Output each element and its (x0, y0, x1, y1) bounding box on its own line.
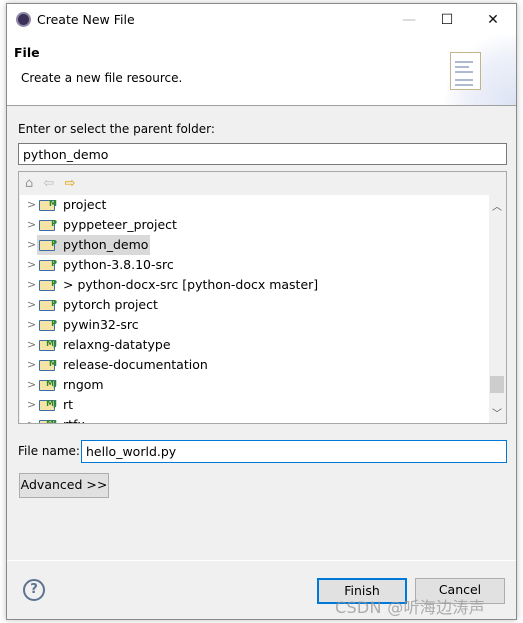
tree-item-label: pyppeteer_project (63, 217, 177, 232)
watermark: CSDN @听海边涛声 (335, 598, 486, 617)
forward-arrow-icon[interactable]: ⇨ (64, 176, 75, 191)
project-folder-icon: M (39, 359, 57, 371)
tree-scrollbar[interactable]: ︿ ﹀ (489, 195, 505, 423)
expand-chevron-icon[interactable]: > (27, 395, 36, 415)
scroll-up-icon[interactable]: ︿ (489, 198, 505, 213)
tree-item[interactable]: > MJ rt (20, 395, 489, 415)
tree-item[interactable]: > P > python-docx-src [python-docx master] (20, 275, 489, 295)
advanced-button[interactable]: Advanced >> (19, 473, 109, 498)
tree-item[interactable]: > Ppytorch project (20, 295, 489, 315)
tree-item[interactable]: >MJ rtfx (20, 415, 489, 423)
expand-chevron-icon[interactable]: > (27, 375, 36, 395)
tree-item-label: rngom (63, 377, 104, 392)
expand-chevron-icon[interactable]: > (27, 315, 36, 335)
tree-item-label: pywin32-src (63, 317, 139, 332)
expand-chevron-icon[interactable]: > (27, 195, 36, 215)
wizard-description: Create a new file resource. (21, 71, 183, 85)
scroll-thumb[interactable] (490, 376, 504, 393)
project-folder-icon: P (39, 219, 57, 231)
tree-item[interactable]: > Mrelease-documentation (20, 355, 489, 375)
new-file-icon (450, 52, 481, 90)
maximize-button[interactable]: ☐ (427, 8, 467, 32)
project-folder-icon: MJ (39, 339, 57, 351)
project-folder-icon: P (39, 279, 57, 291)
expand-chevron-icon[interactable]: > (27, 335, 36, 355)
project-folder-icon: M (39, 199, 57, 211)
wizard-header: File Create a new file resource. (7, 35, 516, 106)
expand-chevron-icon[interactable]: > (27, 275, 36, 295)
title-bar: Create New File — ☐ ✕ (7, 4, 516, 35)
home-icon[interactable]: ⌂ (25, 176, 33, 191)
help-icon[interactable]: ? (23, 579, 45, 601)
parent-folder-label: Enter or select the parent folder: (18, 122, 215, 136)
expand-chevron-icon[interactable]: > (27, 235, 36, 255)
footer-divider (7, 560, 516, 561)
tree-item-label: python-3.8.10-src (63, 257, 174, 272)
folder-tree: ⌂ ⇦ ⇨ > Mproject > Ppyppeteer_project > Ppyth… (18, 171, 507, 424)
expand-chevron-icon[interactable]: > (27, 415, 36, 423)
back-arrow-icon[interactable]: ⇦ (43, 176, 54, 191)
close-button[interactable]: ✕ (473, 8, 513, 32)
project-list: > Mproject > Ppyppeteer_project > Ppython_dem… (20, 195, 489, 423)
project-folder-icon: P (39, 239, 57, 251)
file-name-label: File name: (18, 444, 80, 458)
project-folder-icon: MJ (39, 419, 57, 423)
tree-item[interactable]: > Ppywin32-src (20, 315, 489, 335)
tree-item[interactable]: > Ppyppeteer_project (20, 215, 489, 235)
eclipse-icon (16, 12, 31, 27)
tree-item[interactable]: > Ppython-3.8.10-src (20, 255, 489, 275)
tree-item-label: release-documentation (63, 357, 208, 372)
scroll-down-icon[interactable]: ﹀ (489, 405, 505, 420)
wizard-title: File (14, 45, 40, 60)
tree-item-label: > python-docx-src [python-docx master] (63, 277, 319, 292)
expand-chevron-icon[interactable]: > (27, 295, 36, 315)
tree-item-label: rt (63, 397, 74, 412)
expand-chevron-icon[interactable]: > (27, 355, 36, 375)
minimize-button[interactable]: — (389, 8, 429, 32)
expand-chevron-icon[interactable]: > (27, 255, 36, 275)
project-folder-icon: P (39, 299, 57, 311)
project-folder-icon: MJ (39, 399, 57, 411)
tree-item[interactable]: > MJ rngom (20, 375, 489, 395)
expand-chevron-icon[interactable]: > (27, 215, 36, 235)
tree-item-label: pytorch project (63, 297, 158, 312)
window-title: Create New File (37, 12, 135, 27)
tree-item-label: python_demo (61, 235, 151, 255)
tree-item-label: project (63, 197, 107, 212)
parent-folder-input[interactable]: python_demo (18, 143, 507, 165)
tree-item[interactable]: > MJ relaxng-datatype (20, 335, 489, 355)
project-folder-icon: MJ (39, 379, 57, 391)
tree-item-label: relaxng-datatype (63, 337, 171, 352)
tree-item-label: rtfx (61, 415, 87, 423)
tree-item[interactable]: > Ppython_demo (20, 235, 489, 255)
tree-item[interactable]: > Mproject (20, 195, 489, 215)
create-new-file-dialog: Create New File — ☐ ✕ File Create a new … (6, 3, 517, 620)
project-folder-icon: P (39, 259, 57, 271)
file-name-input[interactable]: hello_world.py (81, 440, 507, 463)
project-folder-icon: P (39, 319, 57, 331)
tree-toolbar: ⌂ ⇦ ⇨ (25, 176, 81, 194)
